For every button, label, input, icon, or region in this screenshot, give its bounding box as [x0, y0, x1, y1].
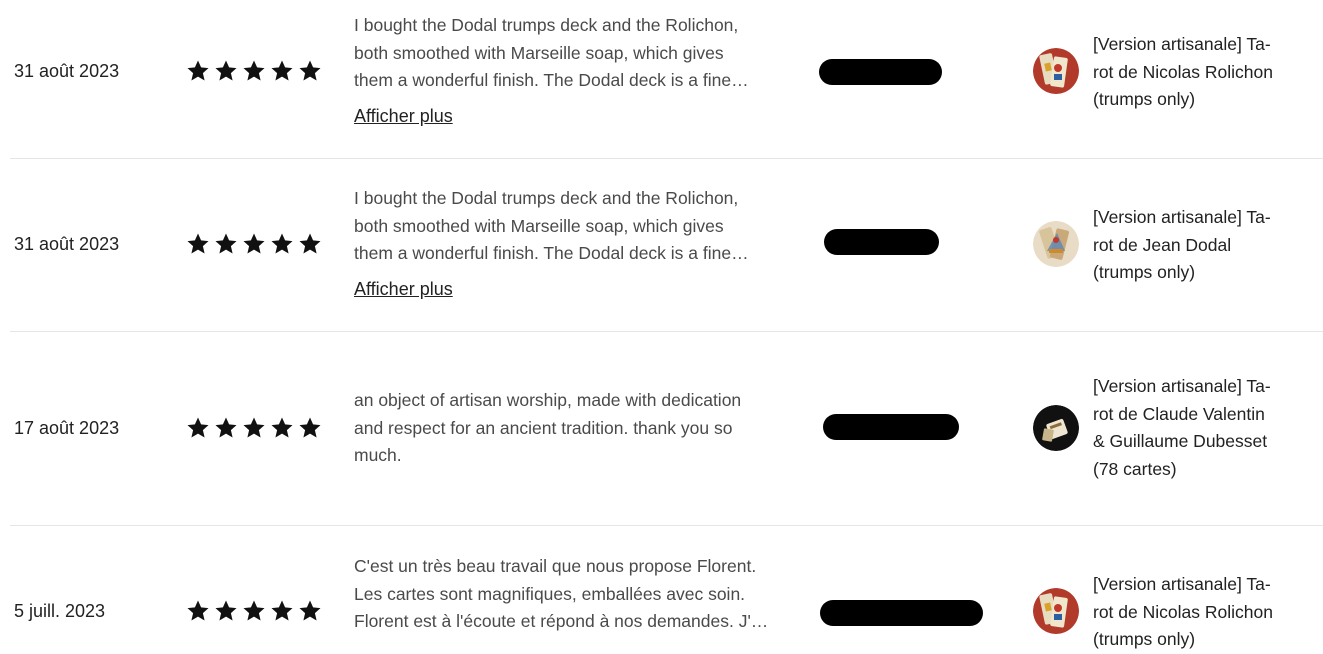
review-text-line: I bought the Dodal trumps deck and the R…: [354, 188, 739, 208]
star-icon: [298, 59, 322, 83]
product-thumbnail[interactable]: [1033, 48, 1079, 94]
star-icon: [214, 59, 238, 83]
review-text-line: them a wonderful finish. The Dodal deck …: [354, 243, 749, 263]
tarot-card-thumbnail-icon: [1033, 588, 1079, 634]
tarot-deck-box-thumbnail-icon: [1033, 405, 1079, 451]
star-icon: [270, 599, 294, 623]
product-name[interactable]: [Version artisanale] Ta- rot de Nicolas …: [1093, 571, 1308, 654]
review-text: I bought the Dodal trumps deck and the R…: [354, 185, 794, 268]
star-icon: [298, 232, 322, 256]
product-name-line: (trumps only): [1093, 262, 1196, 282]
review-text-line: Florent est à l'écoute et répond à nos d…: [354, 611, 769, 631]
star-icon: [214, 232, 238, 256]
star-icon: [298, 599, 322, 623]
tarot-card-thumbnail-icon: [1033, 221, 1079, 267]
product-name-line: & Guillaume Dubesset: [1093, 431, 1268, 451]
product-name-line: [Version artisanale] Ta-: [1093, 376, 1271, 396]
product-thumbnail[interactable]: [1033, 588, 1079, 634]
review-text-line: both smoothed with Marseille soap, which…: [354, 42, 724, 63]
review-text: an object of artisan worship, made with …: [354, 387, 794, 470]
star-icon: [242, 416, 266, 440]
star-icon: [186, 232, 210, 256]
review-date: 17 août 2023: [14, 418, 120, 438]
product-name-line: (78 cartes): [1093, 458, 1177, 479]
product-name-line: rot de Claude Valentin: [1093, 403, 1265, 424]
review-date: 31 août 2023: [14, 61, 120, 81]
review-text-line: them a wonderful finish. The Dodal deck …: [354, 70, 749, 90]
product-name-line: (trumps only): [1093, 629, 1196, 649]
star-rating: [186, 599, 322, 623]
star-icon: [242, 59, 266, 83]
review-text-line: both smoothed with Marseille soap, which…: [354, 215, 724, 236]
review-date: 31 août 2023: [14, 234, 120, 254]
row-divider: [10, 525, 1323, 526]
star-icon: [186, 599, 210, 623]
review-text-line: I bought the Dodal trumps deck and the R…: [354, 15, 739, 35]
star-icon: [270, 416, 294, 440]
row-divider: [10, 331, 1323, 332]
star-rating: [186, 416, 322, 440]
redacted-author: [823, 414, 959, 440]
star-icon: [270, 59, 294, 83]
star-icon: [186, 416, 210, 440]
review-text: C'est un très beau travail que nous prop…: [354, 553, 794, 636]
product-name[interactable]: [Version artisanale] Ta- rot de Jean Dod…: [1093, 204, 1308, 287]
review-text-line: C'est un très beau travail que nous prop…: [354, 556, 757, 576]
product-name-line: (trumps only): [1093, 89, 1196, 109]
star-icon: [214, 599, 238, 623]
product-name[interactable]: [Version artisanale] Ta- rot de Claude V…: [1093, 373, 1308, 483]
row-divider: [10, 158, 1323, 159]
product-name-line: rot de Nicolas Rolichon: [1093, 61, 1273, 82]
review-text-line: an object of artisan worship, made with …: [354, 390, 742, 410]
star-icon: [270, 232, 294, 256]
show-more-link[interactable]: Afficher plus: [354, 277, 453, 301]
review-text: I bought the Dodal trumps deck and the R…: [354, 12, 794, 95]
tarot-card-thumbnail-icon: [1033, 48, 1079, 94]
star-icon: [242, 232, 266, 256]
redacted-author: [819, 59, 942, 85]
product-name-line: rot de Nicolas Rolichon: [1093, 601, 1273, 622]
star-icon: [242, 599, 266, 623]
review-text-line: and respect for an ancient tradition. th…: [354, 417, 733, 438]
product-name-line: [Version artisanale] Ta-: [1093, 574, 1271, 594]
star-rating: [186, 232, 322, 256]
redacted-author: [824, 229, 939, 255]
product-name-line: [Version artisanale] Ta-: [1093, 207, 1271, 227]
product-name-line: rot de Jean Dodal: [1093, 234, 1232, 255]
star-icon: [186, 59, 210, 83]
star-icon: [298, 416, 322, 440]
star-rating: [186, 59, 322, 83]
product-thumbnail[interactable]: [1033, 405, 1079, 451]
review-date: 5 juill. 2023: [14, 601, 106, 621]
product-thumbnail[interactable]: [1033, 221, 1079, 267]
product-name-line: [Version artisanale] Ta-: [1093, 34, 1271, 54]
redacted-author: [820, 600, 983, 626]
product-name[interactable]: [Version artisanale] Ta- rot de Nicolas …: [1093, 31, 1308, 114]
review-text-line: Les cartes sont magnifiques, emballées a…: [354, 583, 746, 604]
review-text-line: much.: [354, 445, 402, 465]
star-icon: [214, 416, 238, 440]
show-more-link[interactable]: Afficher plus: [354, 104, 453, 128]
